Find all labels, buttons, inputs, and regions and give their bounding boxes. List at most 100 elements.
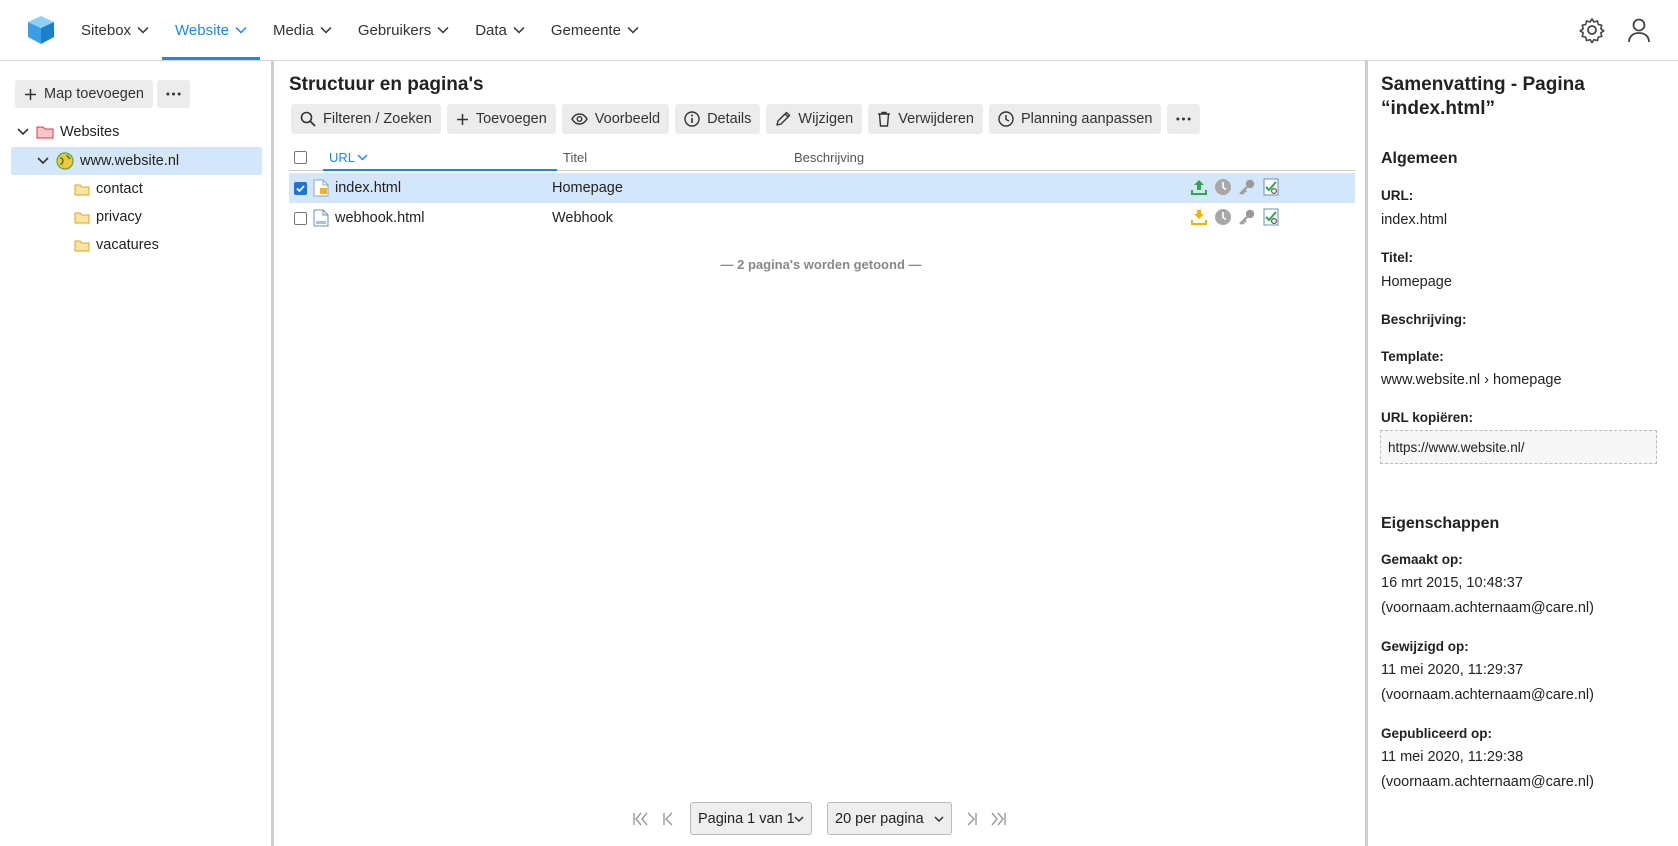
key-icon[interactable] [1238, 178, 1256, 196]
nav-media[interactable]: Media [260, 0, 345, 60]
select-all-checkbox[interactable] [294, 151, 307, 164]
published-date: 11 mei 2020, 11:29:38 [1381, 749, 1524, 765]
url-value: index.html [1381, 212, 1448, 228]
tree-node-contact[interactable]: contact [74, 175, 143, 203]
summary-title: Samenvatting - Pagina “index.html” [1381, 74, 1585, 119]
delete-button[interactable]: Verwijderen [868, 104, 983, 134]
settings-gear-icon[interactable] [1578, 16, 1606, 44]
more-actions-button[interactable] [1167, 104, 1201, 134]
globe-icon [56, 152, 74, 170]
row-checkbox[interactable] [294, 212, 307, 225]
modified-label: Gewijzigd op: [1381, 639, 1469, 654]
folder-icon [74, 240, 90, 251]
search-icon [300, 111, 316, 127]
preview-button[interactable]: Voorbeeld [561, 104, 670, 134]
row-checkbox[interactable] [294, 182, 307, 195]
button-label: Details [707, 111, 752, 127]
info-icon [684, 111, 700, 127]
plus-icon [456, 113, 468, 125]
previous-page-icon[interactable] [660, 811, 676, 827]
folder-icon [74, 184, 90, 195]
tree-label: vacatures [96, 237, 159, 253]
row-url: index.html [335, 180, 402, 196]
more-dots-icon [1176, 117, 1192, 121]
last-page-icon[interactable] [991, 811, 1007, 827]
trash-icon [878, 111, 891, 127]
next-page-icon[interactable] [964, 811, 980, 827]
created-date: 16 mrt 2015, 10:48:37 [1381, 575, 1523, 591]
main-nav: Sitebox Website Media Gebruikers Data Ge… [68, 0, 652, 60]
copy-url-label: URL kopiëren: [1381, 410, 1474, 425]
template-label: Template: [1381, 349, 1444, 364]
template-value: www.website.nl › homepage [1381, 372, 1562, 388]
section-properties: Eigenschappen [1381, 515, 1500, 532]
page-count-note: — 2 pagina's worden getoond — [720, 257, 922, 272]
tree-node-vacatures[interactable]: vacatures [74, 231, 159, 259]
published-by: (voornaam.achternaam@care.nl) [1381, 774, 1594, 790]
column-titel[interactable]: Titel [563, 150, 587, 165]
chevron-down-icon[interactable] [16, 127, 30, 137]
chevron-down-icon [320, 26, 332, 34]
tree-label: contact [96, 181, 143, 197]
beschrijving-label: Beschrijving: [1381, 312, 1467, 327]
validate-page-icon[interactable] [1262, 178, 1280, 196]
chevron-down-icon [934, 816, 944, 823]
nav-gebruikers[interactable]: Gebruikers [345, 0, 462, 60]
button-label: Verwijderen [898, 111, 974, 127]
chevron-down-icon [235, 26, 247, 34]
validate-page-icon[interactable] [1262, 208, 1280, 226]
column-beschrijving[interactable]: Beschrijving [794, 150, 864, 165]
table-row[interactable]: index.html Homepage [289, 173, 1355, 203]
page-select-value: Pagina 1 van 1 [698, 810, 795, 827]
button-label: Voorbeeld [594, 111, 661, 127]
page-select[interactable]: Pagina 1 van 1 [690, 802, 812, 835]
nav-data[interactable]: Data [462, 0, 538, 60]
per-page-select[interactable]: 20 per pagina [827, 802, 952, 835]
table-row[interactable]: webhook.html Webhook [289, 203, 1355, 233]
add-page-button[interactable]: Toevoegen [446, 104, 556, 134]
tree-node-site[interactable]: www.website.nl [36, 147, 179, 175]
chevron-down-icon [137, 26, 149, 34]
clock-icon [998, 111, 1014, 127]
more-options-button[interactable] [157, 80, 190, 108]
nav-gemeente[interactable]: Gemeente [538, 0, 652, 60]
publish-upload-icon[interactable] [1190, 178, 1208, 196]
details-button[interactable]: Details [675, 104, 761, 134]
button-label: Toevoegen [475, 111, 547, 127]
nav-website[interactable]: Website [162, 0, 260, 60]
unpublished-download-icon[interactable] [1190, 208, 1208, 226]
tree-node-websites[interactable]: Websites [16, 118, 119, 146]
plus-icon [25, 88, 36, 100]
schedule-clock-icon[interactable] [1214, 208, 1232, 226]
row-titel: Webhook [552, 210, 613, 226]
tree-label: www.website.nl [80, 153, 180, 169]
user-account-icon[interactable] [1625, 16, 1653, 44]
pencil-icon [776, 111, 791, 126]
edit-button[interactable]: Wijzigen [766, 104, 863, 134]
filter-search-button[interactable]: Filteren / Zoeken [291, 104, 441, 134]
modified-date: 11 mei 2020, 11:29:37 [1381, 662, 1524, 678]
nav-label: Website [175, 21, 229, 39]
more-dots-icon [166, 92, 181, 96]
chevron-down-icon [627, 26, 639, 34]
tree-node-privacy[interactable]: privacy [74, 203, 142, 231]
folder-icon [74, 212, 90, 223]
add-folder-label: Map toevoegen [44, 86, 144, 102]
key-icon[interactable] [1238, 208, 1256, 226]
chevron-down-icon [794, 816, 804, 823]
section-general: Algemeen [1381, 150, 1458, 167]
schedule-clock-icon[interactable] [1214, 178, 1232, 196]
chevron-down-icon [437, 26, 449, 34]
copy-url-field[interactable]: https://www.website.nl/ [1380, 430, 1657, 464]
chevron-down-icon [513, 26, 525, 34]
column-url-sort[interactable]: URL [323, 145, 557, 171]
url-label: URL: [1381, 188, 1414, 203]
nav-label: Sitebox [81, 21, 132, 39]
nav-label: Gebruikers [357, 21, 432, 39]
sitebox-logo-icon[interactable] [25, 14, 57, 46]
chevron-down-icon[interactable] [36, 156, 50, 166]
schedule-button[interactable]: Planning aanpassen [988, 104, 1162, 134]
nav-sitebox[interactable]: Sitebox [68, 0, 162, 60]
first-page-icon[interactable] [632, 811, 648, 827]
add-folder-button[interactable]: Map toevoegen [15, 80, 153, 108]
